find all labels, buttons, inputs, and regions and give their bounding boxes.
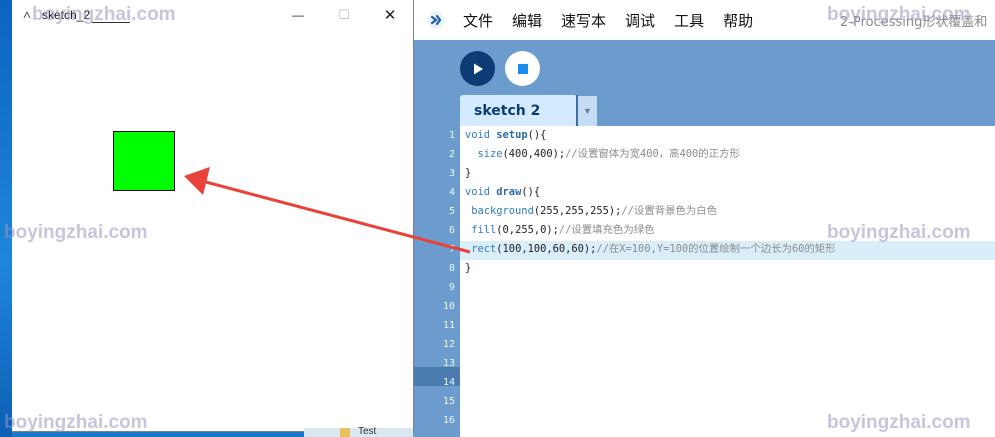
sketch-window-title: sketch_2 xyxy=(42,8,91,22)
menu-tools[interactable]: 工具 xyxy=(674,10,704,31)
tab-sketch-2[interactable]: sketch 2 xyxy=(460,95,577,126)
maximize-icon: ☐ xyxy=(338,7,350,22)
sketch-titlebar[interactable]: sketch_2 — ☐ ✕ xyxy=(12,0,413,30)
line-number: 7 xyxy=(448,244,455,255)
code-line: void draw(){ xyxy=(465,186,541,198)
code-line: } xyxy=(465,262,472,274)
folder-icon xyxy=(340,428,350,437)
code-line: background(255,255,255);//设置背景色为白色 xyxy=(471,205,718,217)
line-number: 10 xyxy=(442,301,455,312)
tab-bar: sketch 2 ▼ xyxy=(413,95,995,126)
line-number: 11 xyxy=(442,320,455,331)
line-number: 2 xyxy=(448,149,455,160)
line-number: 6 xyxy=(448,225,455,236)
code-line: rect(100,100,60,60);//在X=100,Y=100的位置绘制一… xyxy=(471,243,836,255)
menu-bar: 文件 编辑 速写本 调试 工具 帮助 2-Processing形状覆盖和 xyxy=(413,0,995,40)
close-button[interactable]: ✕ xyxy=(367,0,413,30)
menu-file[interactable]: 文件 xyxy=(463,10,493,31)
tab-menu-button[interactable]: ▼ xyxy=(578,96,597,126)
sketch-output-window: sketch_2 — ☐ ✕ xyxy=(12,0,414,432)
close-icon: ✕ xyxy=(383,7,397,24)
line-number: 12 xyxy=(442,339,455,350)
line-number: 15 xyxy=(442,396,455,407)
ide-window-title: 2-Processing形状覆盖和 xyxy=(840,15,988,30)
line-number: 13 xyxy=(442,358,455,369)
toolbar xyxy=(413,40,995,95)
processing-logo-icon xyxy=(427,11,445,29)
maximize-button[interactable]: ☐ xyxy=(321,0,367,30)
line-number: 14 xyxy=(442,377,455,388)
title-underline xyxy=(92,22,130,23)
green-square xyxy=(113,131,175,191)
line-number: 9 xyxy=(448,282,455,293)
menu-help[interactable]: 帮助 xyxy=(723,10,753,31)
folder-label: Test xyxy=(358,426,377,437)
processing-ide-window: 文件 编辑 速写本 调试 工具 帮助 2-Processing形状覆盖和 ske… xyxy=(413,0,995,437)
menu-debug[interactable]: 调试 xyxy=(625,10,655,31)
line-number: 8 xyxy=(448,263,455,274)
menu-edit[interactable]: 编辑 xyxy=(512,10,542,31)
line-number: 1 xyxy=(448,130,455,141)
line-number: 4 xyxy=(448,187,455,198)
chevron-down-icon: ▼ xyxy=(583,106,592,116)
line-number: 3 xyxy=(448,168,455,179)
stop-button[interactable] xyxy=(505,51,540,86)
java-app-icon xyxy=(22,10,32,20)
line-number-gutter: 1 2 3 4 5 6 7 8 9 10 11 12 13 14 15 16 xyxy=(413,126,460,437)
code-line: } xyxy=(465,167,472,179)
minimize-icon: — xyxy=(292,8,304,22)
menu: 文件 编辑 速写本 调试 工具 帮助 xyxy=(463,0,772,40)
code-editor[interactable]: void setup(){ size(400,400);//设置窗体为宽400，… xyxy=(460,126,995,437)
code-line: fill(0,255,0);//设置填充色为绿色 xyxy=(471,224,655,236)
minimize-button[interactable]: — xyxy=(275,0,321,30)
line-number: 16 xyxy=(442,415,455,426)
menu-sketch[interactable]: 速写本 xyxy=(561,10,606,31)
stop-icon xyxy=(517,63,528,74)
run-button[interactable] xyxy=(460,51,495,86)
line-number: 5 xyxy=(448,206,455,217)
code-line: void setup(){ xyxy=(465,129,547,141)
desktop-background xyxy=(0,0,12,437)
code-line: size(400,400);//设置窗体为宽400，高400的正方形 xyxy=(477,148,740,160)
play-icon xyxy=(473,63,483,74)
